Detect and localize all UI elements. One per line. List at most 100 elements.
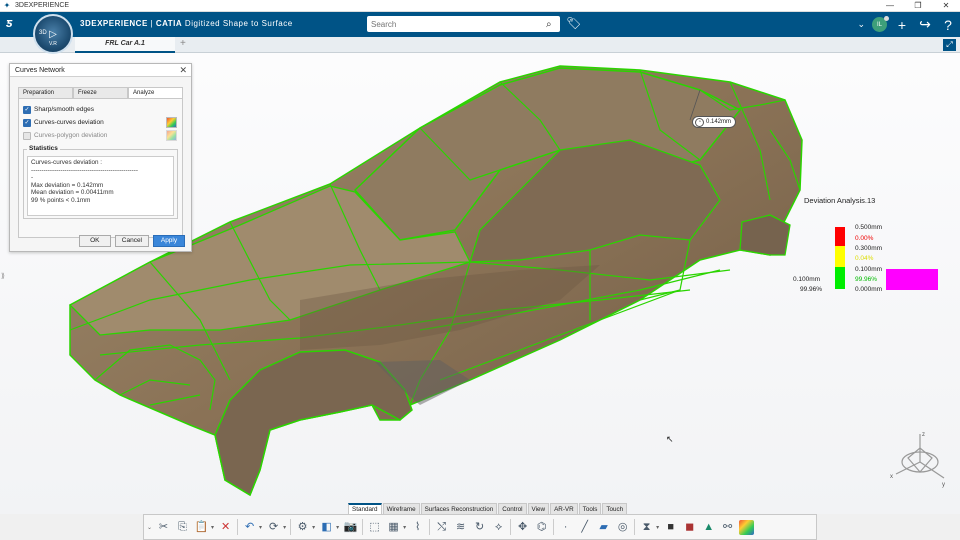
sketch-icon[interactable]: ⤭: [434, 520, 449, 535]
axis-z-label: z: [922, 432, 925, 438]
section-tab-standard[interactable]: Standard: [348, 503, 382, 514]
expand-icon[interactable]: ⤢: [943, 39, 956, 51]
solid-measure-icon[interactable]: ◼: [682, 520, 697, 535]
action-bar: ⌄ ✂ ⎘ 📋 ▾ ✕ ↶ ▾ ⟳ ▾ ⚙ ▾ ◧ ▾ 📷 ⬚ ▦ ▾ ⌇ ⤭ …: [143, 514, 817, 540]
capture-icon[interactable]: 📷: [343, 520, 358, 535]
toolbar-separator: [634, 519, 636, 535]
plane-icon[interactable]: ▰: [596, 520, 611, 535]
search-icon[interactable]: ⌕: [546, 19, 560, 30]
mirror-dropdown-icon[interactable]: ▾: [656, 524, 659, 531]
minimize-button[interactable]: —: [876, 0, 904, 12]
circle-icon[interactable]: ◎: [615, 520, 630, 535]
axis-y-label: y: [942, 482, 945, 488]
toolbar-separator: [553, 519, 555, 535]
section-tab-ar-vr[interactable]: AR-VR: [550, 503, 578, 514]
option-label: Sharp/smooth edges: [34, 106, 94, 113]
copy-icon[interactable]: ⎘: [175, 520, 190, 535]
solid-icon[interactable]: ■: [663, 520, 678, 535]
panel-expand-arrow-icon[interactable]: ⟫: [1, 272, 5, 280]
box-icon[interactable]: ◧: [319, 520, 334, 535]
compass-widget[interactable]: 3D ▷ V.R: [33, 14, 73, 54]
cancel-button[interactable]: Cancel: [114, 235, 149, 247]
close-icon[interactable]: ✕: [179, 64, 187, 77]
checkbox-checked-icon[interactable]: ✓: [23, 105, 31, 114]
node-icon[interactable]: ⌬: [534, 520, 549, 535]
section-tab-tools[interactable]: Tools: [578, 503, 602, 514]
option-curves-curves-deviation[interactable]: ✓ Curves-curves deviation: [23, 116, 178, 129]
add-icon[interactable]: +: [894, 17, 910, 33]
statistics-text: Curves-curves deviation : --------------…: [27, 156, 174, 216]
statistics-group: Statistics Curves-curves deviation : ---…: [23, 145, 178, 219]
cut-icon[interactable]: ✂: [156, 520, 171, 535]
restore-button[interactable]: ❐: [904, 0, 932, 12]
search-box[interactable]: ⌕: [367, 16, 560, 32]
ok-button[interactable]: OK: [78, 235, 111, 247]
close-window-button[interactable]: ✕: [932, 0, 960, 12]
section-tab-control[interactable]: Control: [498, 503, 527, 514]
legend-green-band: [835, 267, 845, 289]
option-curves-polygon-deviation[interactable]: Curves-polygon deviation: [23, 129, 178, 142]
dialog-title-bar[interactable]: Curves Network ✕: [10, 64, 191, 77]
line-icon[interactable]: ╱: [577, 520, 592, 535]
curve-icon[interactable]: ⌇: [410, 520, 425, 535]
toolbar-separator: [429, 519, 431, 535]
point-icon[interactable]: ·: [558, 520, 573, 535]
paste-icon[interactable]: 📋: [194, 520, 209, 535]
checkbox-unchecked-icon[interactable]: [23, 131, 31, 140]
update-icon[interactable]: ⟳: [266, 520, 281, 535]
deviation-options-icon[interactable]: [166, 130, 177, 141]
grid-dropdown-icon[interactable]: ▾: [403, 524, 406, 531]
selected-percent: 99.96%: [800, 286, 823, 293]
network-icon[interactable]: ⟡: [491, 520, 506, 535]
update-dropdown-icon[interactable]: ▾: [283, 524, 286, 531]
option-sharp-smooth-edges[interactable]: ✓ Sharp/smooth edges: [23, 103, 178, 116]
mouse-cursor-icon: ↖: [666, 434, 674, 444]
section-tab-view[interactable]: View: [527, 503, 550, 514]
tab-freeze[interactable]: Freeze: [73, 87, 128, 98]
tag-icon[interactable]: 🏷: [566, 16, 581, 30]
settings-icon[interactable]: ⚙: [295, 520, 310, 535]
section-tab-wireframe[interactable]: Wireframe: [382, 503, 420, 514]
delete-icon[interactable]: ✕: [218, 520, 233, 535]
section-tab-touch[interactable]: Touch: [602, 503, 628, 514]
select-icon[interactable]: ⬚: [367, 520, 382, 535]
add-tab-button[interactable]: +: [180, 38, 186, 49]
help-icon[interactable]: ?: [940, 17, 956, 33]
mesh-icon[interactable]: ▲: [701, 520, 716, 535]
box-dropdown-icon[interactable]: ▾: [336, 524, 339, 531]
brand-title: 3DEXPERIENCE | CATIA Digitized Shape to …: [80, 19, 293, 28]
loop-icon[interactable]: ↻: [472, 520, 487, 535]
mirror-icon[interactable]: ⧗: [639, 520, 654, 535]
tab-preparation[interactable]: Preparation: [18, 87, 73, 98]
undo-icon[interactable]: ↶: [242, 520, 257, 535]
share-icon[interactable]: ↪: [917, 16, 933, 33]
gauge-icon: ◔: [695, 117, 704, 127]
chevron-down-icon[interactable]: ⌄: [857, 19, 865, 30]
legend-red-band: [835, 227, 845, 246]
toolbar-separator: [290, 519, 292, 535]
apply-button[interactable]: Apply: [153, 235, 185, 247]
settings-dropdown-icon[interactable]: ▾: [312, 524, 315, 531]
undo-dropdown-icon[interactable]: ▾: [259, 524, 262, 531]
legend-yellow-band: [835, 246, 845, 267]
net-edit-icon[interactable]: ✥: [515, 520, 530, 535]
legend-percent-yellow: 0.04%: [855, 255, 874, 262]
deviation-icon[interactable]: [739, 519, 755, 535]
deviation-options-icon[interactable]: [166, 117, 177, 128]
highlight-swatch[interactable]: [886, 269, 938, 290]
max-deviation-annotation[interactable]: ◔ 0.142mm: [692, 116, 737, 128]
axis-compass-icon[interactable]: z x y: [888, 428, 952, 492]
compass-version: V.R: [49, 41, 57, 47]
checkbox-checked-icon[interactable]: ✓: [23, 118, 31, 127]
tab-analyze[interactable]: Analyze: [128, 87, 183, 98]
toolbar-menu-icon[interactable]: ⌄: [147, 524, 152, 531]
legend-value-min: 0.000mm: [855, 286, 883, 293]
paste-dropdown-icon[interactable]: ▾: [211, 524, 214, 531]
tab-frl-car[interactable]: FRL Car A.1: [75, 37, 175, 53]
connect-icon[interactable]: ⚯: [720, 520, 735, 535]
section-tab-surfaces-reconstruction[interactable]: Surfaces Reconstruction: [420, 503, 498, 514]
grid-icon[interactable]: ▦: [386, 520, 401, 535]
avatar[interactable]: IL: [872, 16, 889, 32]
surface-icon[interactable]: ≋: [453, 520, 468, 535]
search-input[interactable]: [367, 17, 546, 31]
